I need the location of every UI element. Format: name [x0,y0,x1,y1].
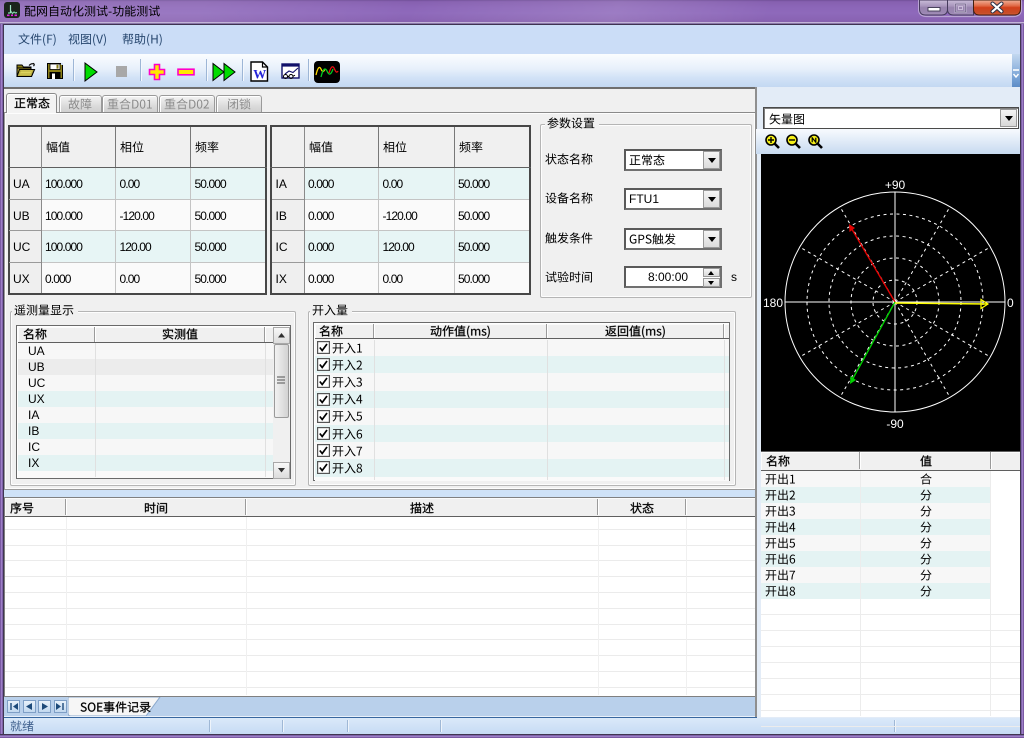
svg-text:W: W [253,67,266,82]
